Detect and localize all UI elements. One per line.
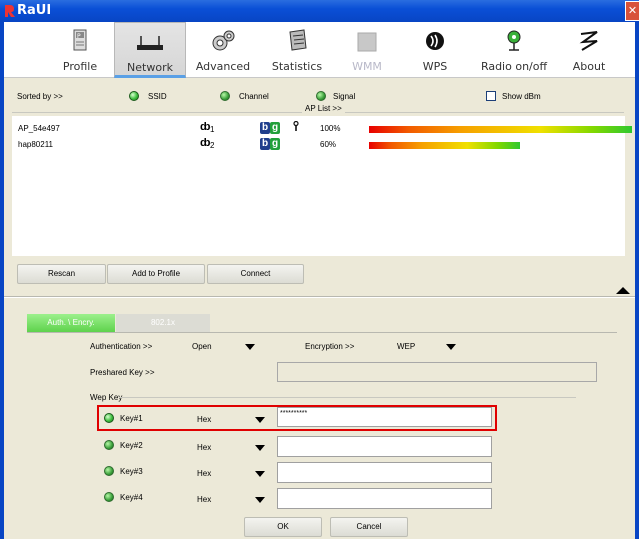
- sort-ssid-label: SSID: [148, 92, 167, 101]
- svg-text:P: P: [77, 33, 81, 40]
- toolbar-advanced[interactable]: Advanced: [190, 22, 256, 78]
- chevron-down-icon[interactable]: [446, 344, 456, 350]
- bg-mode-icon: b g: [260, 138, 280, 150]
- signal-bar: [369, 126, 632, 133]
- window-title: RaUI: [17, 3, 52, 18]
- preshared-key-field: [277, 362, 597, 382]
- toolbar-label: About: [572, 60, 606, 73]
- ap-row[interactable]: AP_54e497 ȸ 1 b g 100%: [12, 120, 632, 135]
- g-mode-badge: g: [270, 138, 280, 150]
- authentication-label: Authentication >>: [90, 342, 153, 351]
- toolbar-network[interactable]: Network: [114, 22, 186, 78]
- chevron-down-icon[interactable]: [255, 471, 265, 477]
- key4-format-select[interactable]: Hex: [197, 495, 211, 504]
- toolbar-wps[interactable]: WPS: [412, 22, 458, 78]
- b-mode-badge: b: [260, 122, 270, 134]
- signal-bar: [369, 142, 520, 149]
- ap-signal-percent: 60%: [320, 140, 337, 149]
- channel-icon: ȸ: [200, 137, 211, 149]
- app-logo-icon: [4, 4, 16, 18]
- toolbar-label: Profile: [62, 60, 98, 73]
- sort-channel-radio[interactable]: [220, 91, 230, 101]
- encryption-select[interactable]: WEP: [397, 342, 415, 351]
- key2-format-select[interactable]: Hex: [197, 443, 211, 452]
- tab-auth-encryption[interactable]: Auth. \ Encry.: [27, 314, 115, 332]
- wep-key-title: Wep Key: [90, 393, 123, 402]
- profile-icon: P: [65, 28, 95, 54]
- channel-icon: ȸ: [200, 121, 211, 133]
- toolbar-wmm: WMM: [342, 22, 392, 78]
- toolbar-profile[interactable]: P Profile: [50, 22, 110, 78]
- sort-channel-label: Channel: [239, 92, 269, 101]
- toolbar-radio[interactable]: Radio on/off: [474, 22, 554, 78]
- key3-label: Key#3: [120, 467, 143, 476]
- toolbar-label: Statistics: [271, 60, 323, 73]
- key2-label: Key#2: [120, 441, 143, 450]
- key2-radio[interactable]: [104, 440, 114, 450]
- encryption-label: Encryption >>: [305, 342, 355, 351]
- ap-signal-percent: 100%: [320, 124, 341, 133]
- add-to-profile-button[interactable]: Add to Profile: [107, 264, 205, 284]
- key3-field[interactable]: [277, 462, 492, 483]
- lock-icon: [293, 120, 299, 131]
- ap-list[interactable]: AP_54e497 ȸ 1 b g 100% hap80211 ȸ 2 b g …: [12, 116, 632, 256]
- network-icon: [135, 29, 165, 55]
- ap-channel: 2: [210, 141, 215, 150]
- toolbar-label: WPS: [422, 60, 448, 73]
- advanced-icon: [208, 28, 238, 54]
- title-bar: RaUI ✕: [0, 0, 639, 22]
- chevron-down-icon[interactable]: [255, 497, 265, 503]
- ap-channel: 1: [210, 125, 215, 134]
- statistics-icon: [282, 28, 312, 54]
- sorted-by-label: Sorted by >>: [17, 92, 63, 101]
- chevron-down-icon[interactable]: [245, 344, 255, 350]
- chevron-down-icon[interactable]: [255, 445, 265, 451]
- cancel-button[interactable]: Cancel: [330, 517, 408, 537]
- ok-button[interactable]: OK: [244, 517, 322, 537]
- ap-ssid: hap80211: [18, 140, 53, 149]
- sort-signal-radio[interactable]: [316, 91, 326, 101]
- key4-field[interactable]: [277, 488, 492, 509]
- wmm-icon: [352, 28, 382, 54]
- show-dbm-checkbox[interactable]: [486, 91, 496, 101]
- tab-8021x[interactable]: 802.1x: [116, 314, 210, 332]
- toolbar-about[interactable]: About: [566, 22, 612, 78]
- sort-ssid-radio[interactable]: [129, 91, 139, 101]
- key2-field[interactable]: [277, 436, 492, 457]
- close-button[interactable]: ✕: [625, 1, 639, 21]
- preshared-key-label: Preshared Key >>: [90, 368, 155, 377]
- toolbar-label: Network: [127, 61, 173, 74]
- ap-list-title: AP List >>: [302, 104, 345, 113]
- toolbar-label: WMM: [352, 60, 382, 73]
- toolbar-label: Advanced: [195, 60, 251, 73]
- wep-key-divider: [119, 397, 576, 398]
- show-dbm-label: Show dBm: [502, 92, 541, 101]
- bg-mode-icon: b g: [260, 122, 280, 134]
- wps-icon: [420, 28, 450, 54]
- toolbar-statistics[interactable]: Statistics: [264, 22, 330, 78]
- key4-radio[interactable]: [104, 492, 114, 502]
- key3-format-select[interactable]: Hex: [197, 469, 211, 478]
- key1-highlight-box: [97, 405, 497, 431]
- rescan-button[interactable]: Rescan: [17, 264, 106, 284]
- b-mode-badge: b: [260, 138, 270, 150]
- connect-button[interactable]: Connect: [207, 264, 304, 284]
- about-icon: [574, 28, 604, 54]
- key4-label: Key#4: [120, 493, 143, 502]
- toolbar: P Profile Network Advanced Statistics WM…: [4, 22, 635, 78]
- ap-row[interactable]: hap80211 ȸ 2 b g 60%: [12, 137, 625, 151]
- radio-icon: [499, 28, 529, 54]
- sort-signal-label: Signal: [333, 92, 356, 101]
- key3-radio[interactable]: [104, 466, 114, 476]
- authentication-select[interactable]: Open: [192, 342, 212, 351]
- ap-ssid: AP_54e497: [18, 124, 60, 133]
- g-mode-badge: g: [270, 122, 280, 134]
- toolbar-label: Radio on/off: [480, 60, 548, 73]
- section-divider-highlight: [4, 297, 635, 298]
